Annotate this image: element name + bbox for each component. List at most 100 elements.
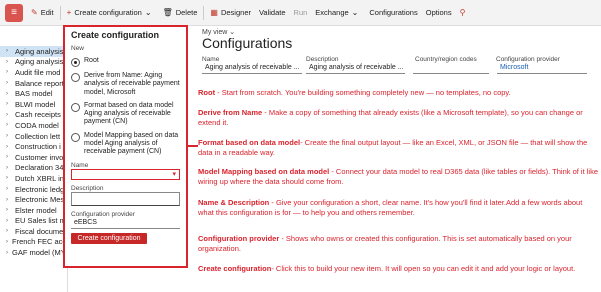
chevron-down-icon: ▾ bbox=[172, 170, 176, 178]
provider-field: eEBCS bbox=[71, 218, 180, 229]
tree-item[interactable]: › Construction i bbox=[0, 141, 67, 152]
cell-name: Aging analysis of receivable ... bbox=[202, 64, 302, 74]
search-icon: ⚲ bbox=[459, 8, 466, 17]
cell-description: Aging analysis of receivable ... bbox=[306, 64, 405, 74]
explanation-term: Name & Description bbox=[198, 198, 270, 207]
explanation-item: Derive from Name - Make a copy of someth… bbox=[198, 108, 598, 127]
hamburger-menu-button[interactable]: ≡ bbox=[5, 3, 23, 22]
page-title: Configurations bbox=[202, 35, 293, 51]
chevron-right-icon: › bbox=[6, 143, 8, 150]
designer-icon: ▦ bbox=[210, 8, 218, 17]
explanation-item: Format based on data model- Create the f… bbox=[198, 138, 598, 157]
chevron-right-icon: › bbox=[6, 154, 8, 161]
chevron-right-icon: › bbox=[6, 196, 8, 203]
designer-button[interactable]: ▦ Designer bbox=[206, 0, 255, 26]
explanation-term: Configuration provider bbox=[198, 234, 280, 243]
tree-item[interactable]: › Declaration 34 bbox=[0, 163, 67, 174]
validate-button[interactable]: Validate bbox=[255, 0, 290, 26]
tree-item[interactable]: › French FEC accounting data model bbox=[0, 237, 67, 248]
tree-item[interactable]: › Electronic Mes bbox=[0, 194, 67, 205]
name-dropdown[interactable]: ▾ bbox=[71, 168, 180, 180]
chevron-right-icon: › bbox=[6, 69, 8, 76]
tree-item-label: Collection lett bbox=[15, 131, 61, 141]
chevron-right-icon: › bbox=[6, 249, 8, 256]
tree-item-label: Electronic Mes bbox=[15, 195, 65, 205]
explanation-item: Model Mapping based on data model - Conn… bbox=[198, 167, 598, 186]
tree-item[interactable]: › Elster model bbox=[0, 205, 67, 216]
action-pane: ≡ ✎ Edit + Create configuration ⌄ 🗑 Delete ▦… bbox=[0, 0, 601, 26]
tree-item[interactable]: › Electronic ledg bbox=[0, 184, 67, 195]
chevron-right-icon: › bbox=[6, 58, 8, 65]
new-group-label: New bbox=[71, 45, 85, 52]
name-label: Name bbox=[71, 161, 89, 169]
radio-circle bbox=[71, 102, 80, 112]
configuration-tree: › Aging analysis › Aging analysis › Audit fil… bbox=[0, 46, 68, 292]
exchange-menu[interactable]: Exchange ⌄ bbox=[311, 0, 365, 26]
tree-item-label: Customer invo bbox=[15, 152, 64, 162]
new-option-radio[interactable]: Root bbox=[71, 57, 180, 67]
new-option-radio[interactable]: Model Mapping based on data model Aging … bbox=[71, 132, 180, 157]
tree-item[interactable]: › Balance report bbox=[0, 78, 67, 89]
create-configuration-menu[interactable]: + Create configuration ⌄ bbox=[63, 0, 159, 26]
run-button[interactable]: Run bbox=[290, 0, 312, 26]
tree-item-label: Fiscal documer bbox=[15, 226, 66, 236]
tree-item-label: French FEC accounting data model bbox=[12, 237, 67, 247]
chevron-right-icon: › bbox=[6, 133, 8, 140]
table-row[interactable]: Aging analysis of receivable ... Aging a… bbox=[202, 64, 601, 74]
tree-item-label: BAS model bbox=[15, 89, 53, 99]
tree-item[interactable]: › Audit file mod bbox=[0, 67, 67, 78]
search-button[interactable]: ⚲ bbox=[456, 0, 473, 26]
chevron-right-icon: › bbox=[6, 122, 8, 129]
tree-item[interactable]: › Aging analysis bbox=[0, 57, 67, 68]
tree-item[interactable]: › GAF model (MY) bbox=[0, 247, 67, 258]
explanation-term: Derive from Name bbox=[198, 108, 263, 117]
description-field[interactable] bbox=[71, 191, 180, 206]
column-header-country: Country/region codes bbox=[415, 56, 477, 63]
chevron-right-icon: › bbox=[6, 238, 8, 245]
explanation-text: - Start from scratch. You're building so… bbox=[215, 88, 511, 97]
tree-item[interactable]: › Aging analysis bbox=[0, 46, 67, 57]
explanation-term: Format based on data model bbox=[198, 138, 301, 147]
new-option-radio[interactable]: Derive from Name: Aging analysis of rece… bbox=[71, 72, 180, 97]
delete-button[interactable]: 🗑 Delete bbox=[159, 0, 202, 26]
tree-item-label: Declaration 34 bbox=[15, 163, 64, 173]
radio-label: Format based on data model Aging analysi… bbox=[84, 101, 174, 126]
tree-item[interactable]: › BLWI model bbox=[0, 99, 67, 110]
toolbar-divider bbox=[59, 5, 61, 20]
tree-item-label: Aging analysis bbox=[15, 46, 64, 56]
tree-item[interactable]: › BAS model bbox=[0, 88, 67, 99]
chevron-right-icon: › bbox=[6, 101, 8, 108]
radio-circle bbox=[71, 73, 80, 82]
chevron-right-icon: › bbox=[6, 175, 8, 182]
tree-item[interactable]: › EU Sales list m bbox=[0, 216, 67, 227]
tree-item-label: EU Sales list m bbox=[15, 216, 66, 226]
new-option-radio[interactable]: Format based on data model Aging analysi… bbox=[71, 102, 180, 127]
create-configuration-button[interactable]: Create configuration bbox=[71, 232, 147, 244]
tree-item-label: Elster model bbox=[15, 205, 57, 215]
explanation-item: Name & Description - Give your configura… bbox=[198, 198, 598, 217]
tree-item[interactable]: › Customer invo bbox=[0, 152, 67, 163]
column-header-name: Name bbox=[202, 56, 220, 63]
tree-item-label: GAF model (MY) bbox=[12, 248, 68, 258]
chevron-right-icon: › bbox=[6, 207, 8, 214]
tree-item-label: Balance report bbox=[15, 78, 64, 88]
tree-item-label: Cash receipts r bbox=[15, 110, 66, 120]
tree-item-label: CODA model bbox=[15, 120, 59, 130]
tree-item[interactable]: › CODA model bbox=[0, 120, 67, 131]
configurations-tab[interactable]: Configurations bbox=[365, 0, 421, 26]
cell-provider[interactable]: Microsoft bbox=[497, 64, 587, 74]
provider-label: Configuration provider bbox=[71, 210, 135, 218]
pencil-icon: ✎ bbox=[31, 8, 38, 17]
tree-item[interactable]: › Fiscal documer bbox=[0, 226, 67, 237]
chevron-right-icon: › bbox=[6, 186, 8, 193]
tree-item[interactable]: › Dutch XBRL int bbox=[0, 173, 67, 184]
tree-item[interactable]: › Collection lett bbox=[0, 131, 67, 142]
dialog-title: Create configuration bbox=[71, 30, 160, 40]
trash-icon: 🗑 bbox=[162, 8, 173, 17]
options-tab[interactable]: Options bbox=[422, 0, 456, 26]
tree-item[interactable]: › Cash receipts r bbox=[0, 110, 67, 121]
edit-button[interactable]: ✎ Edit bbox=[27, 0, 58, 26]
plus-icon: + bbox=[66, 8, 72, 17]
explanation-term: Root bbox=[198, 88, 216, 97]
toolbar-divider bbox=[203, 5, 205, 20]
